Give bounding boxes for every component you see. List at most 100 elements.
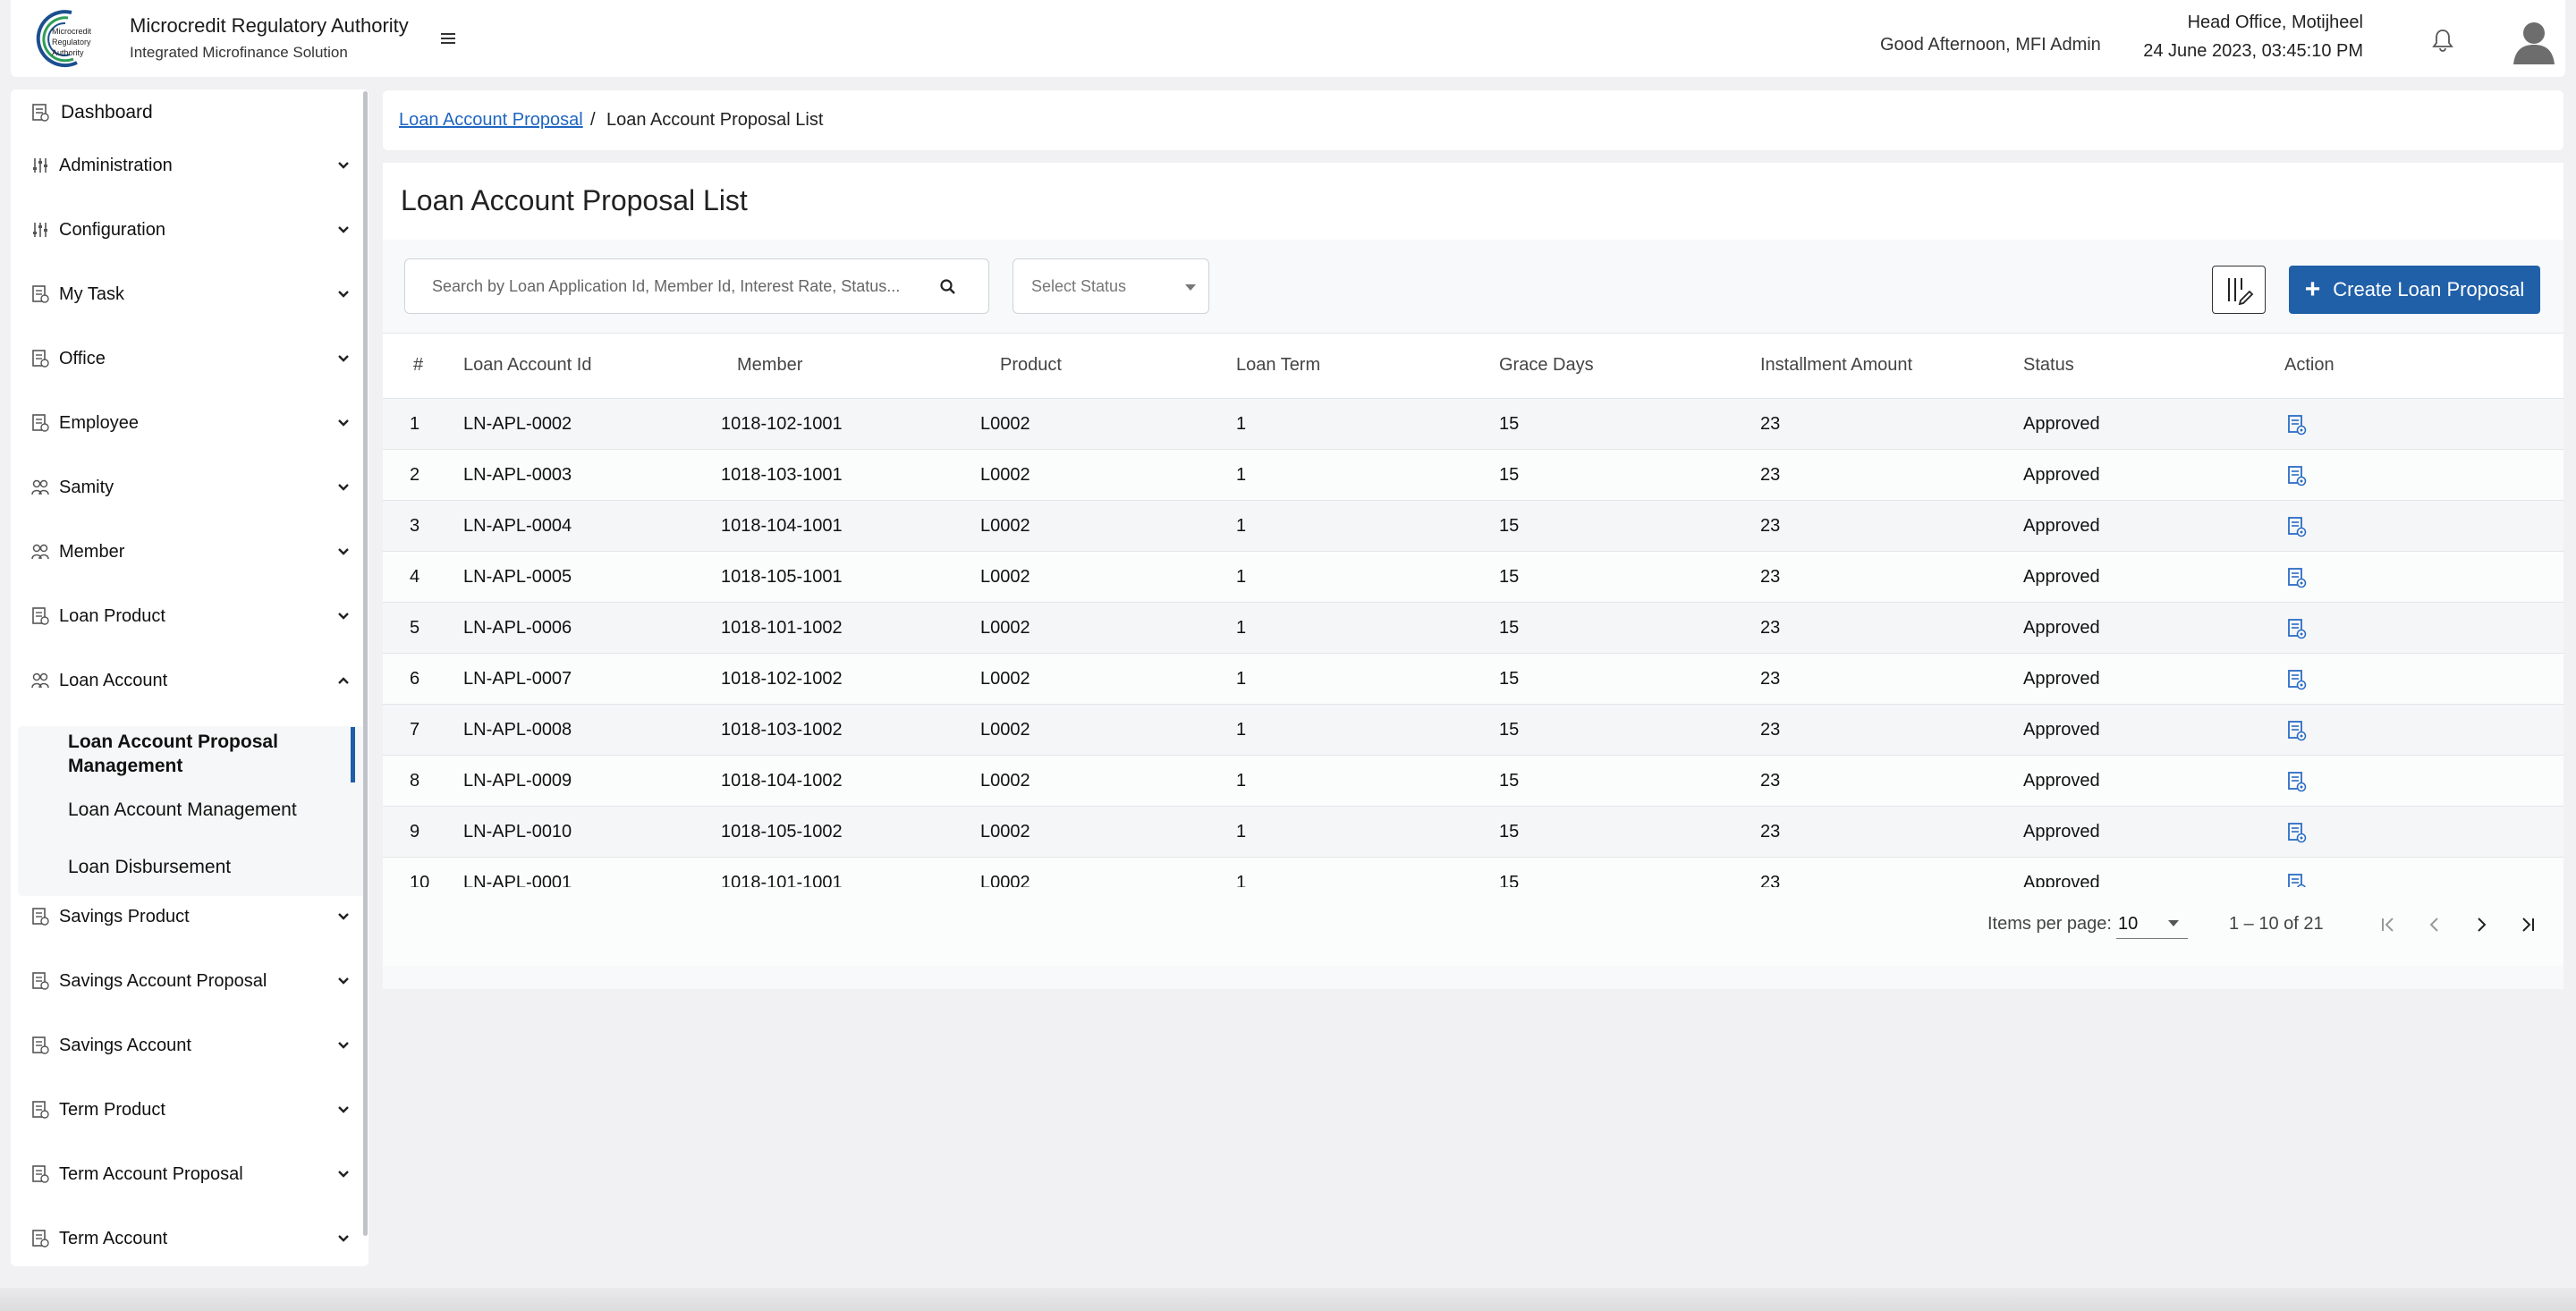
- next-page-button[interactable]: [2463, 907, 2499, 943]
- chevron-down-icon[interactable]: [335, 350, 352, 368]
- table-cell: 23: [1760, 822, 1781, 842]
- table-row[interactable]: 4 LN-APL-0005 1018-105-1001 L0002 1 15 23 Appro…: [383, 552, 2563, 603]
- dashboard-icon: [32, 104, 49, 122]
- sidebar-item-loan-account[interactable]: Loan Account: [30, 663, 352, 698]
- sidebar-item-my-task[interactable]: My Task: [30, 276, 352, 312]
- hamburger-menu-icon[interactable]: [435, 27, 462, 50]
- chevron-down-icon: [2168, 920, 2179, 926]
- sidebar-item-member[interactable]: Member: [30, 534, 352, 570]
- view-details-icon[interactable]: [2286, 464, 2308, 487]
- table-row[interactable]: 9 LN-APL-0010 1018-105-1002 L0002 1 15 23 Appro…: [383, 807, 2563, 858]
- column-header: #: [413, 355, 424, 375]
- chevron-down-icon[interactable]: [335, 1230, 352, 1248]
- view-details-icon[interactable]: [2286, 719, 2308, 742]
- column-header: Product: [1000, 355, 1062, 375]
- table-cell: Approved: [2023, 567, 2100, 587]
- table-cell: LN-APL-0010: [463, 822, 572, 842]
- chevron-down-icon[interactable]: [335, 478, 352, 496]
- table-cell: Approved: [2023, 414, 2100, 434]
- submenu-item-loan-account-management[interactable]: Loan Account Management: [68, 799, 297, 821]
- first-page-button[interactable]: [2370, 907, 2406, 943]
- sidebar-item-label: Savings Account Proposal: [59, 970, 267, 991]
- sidebar-scrollbar[interactable]: [363, 91, 368, 1236]
- search-field[interactable]: [404, 258, 989, 314]
- table-row[interactable]: 6 LN-APL-0007 1018-102-1002 L0002 1 15 23 Appro…: [383, 654, 2563, 705]
- chevron-down-icon[interactable]: [335, 1101, 352, 1119]
- view-details-icon[interactable]: [2286, 515, 2308, 538]
- table-cell: Approved: [2023, 720, 2100, 740]
- app-header: Microcredit Regulatory Authority Microcr…: [11, 0, 2565, 77]
- submenu-item-loan-account-proposal-management[interactable]: Loan Account Proposal Management: [68, 730, 278, 778]
- sidebar: Dashboard Administration Configuration My …: [11, 89, 369, 1266]
- status-select[interactable]: Select Status: [1013, 258, 1209, 314]
- sidebar-item-savings-account-proposal[interactable]: Savings Account Proposal: [30, 963, 352, 999]
- table-cell: L0002: [980, 465, 1030, 485]
- table-row[interactable]: 5 LN-APL-0006 1018-101-1002 L0002 1 15 23 Appro…: [383, 603, 2563, 654]
- sidebar-item-employee[interactable]: Employee: [30, 405, 352, 441]
- page-title: Loan Account Proposal List: [401, 184, 748, 216]
- chevron-down-icon[interactable]: [335, 607, 352, 625]
- sidebar-item-dashboard[interactable]: Dashboard: [30, 102, 153, 123]
- view-details-icon[interactable]: [2286, 821, 2308, 844]
- chevron-down-icon[interactable]: [335, 221, 352, 239]
- chevron-down-icon[interactable]: [335, 972, 352, 990]
- breadcrumb-current: Loan Account Proposal List: [606, 110, 824, 130]
- chevron-down-icon[interactable]: [335, 543, 352, 561]
- table-row[interactable]: 1 LN-APL-0002 1018-102-1001 L0002 1 15 23 Appro…: [383, 399, 2563, 450]
- panel-header: Loan Account Proposal List: [383, 163, 2563, 240]
- chevron-down-icon[interactable]: [335, 1165, 352, 1183]
- view-details-icon[interactable]: [2286, 770, 2308, 793]
- table-cell: LN-APL-0009: [463, 771, 572, 791]
- view-details-icon[interactable]: [2286, 668, 2308, 691]
- sidebar-item-administration[interactable]: Administration: [30, 148, 352, 183]
- sidebar-item-loan-product[interactable]: Loan Product: [30, 598, 352, 634]
- sidebar-item-term-account[interactable]: Term Account: [30, 1221, 352, 1256]
- chevron-down-icon[interactable]: [335, 285, 352, 303]
- view-details-icon[interactable]: [2286, 617, 2308, 640]
- column-header: Action: [2284, 355, 2334, 375]
- notification-bell-icon[interactable]: [2429, 27, 2456, 54]
- table-row[interactable]: 8 LN-APL-0009 1018-104-1002 L0002 1 15 23 Appro…: [383, 756, 2563, 807]
- table-cell: 1018-105-1001: [721, 567, 843, 587]
- table-cell: 1: [1236, 822, 1247, 842]
- last-page-button[interactable]: [2510, 907, 2546, 943]
- submenu-item-loan-disbursement[interactable]: Loan Disbursement: [68, 857, 231, 878]
- sidebar-item-office[interactable]: Office: [30, 341, 352, 376]
- chevron-down-icon[interactable]: [335, 156, 352, 174]
- table-row[interactable]: 7 LN-APL-0008 1018-103-1002 L0002 1 15 23 Appro…: [383, 705, 2563, 756]
- table-cell: L0002: [980, 720, 1030, 740]
- view-details-icon[interactable]: [2286, 413, 2308, 436]
- table-cell: L0002: [980, 669, 1030, 689]
- table-cell: 23: [1760, 465, 1781, 485]
- chevron-down-icon[interactable]: [335, 414, 352, 432]
- table-cell: 1018-102-1002: [721, 669, 843, 689]
- greeting-text: Good Afternoon, MFI Admin: [1880, 35, 2101, 55]
- sidebar-item-label: Dashboard: [61, 102, 153, 123]
- sidebar-item-savings-account[interactable]: Savings Account: [30, 1028, 352, 1063]
- create-loan-proposal-button[interactable]: + Create Loan Proposal: [2289, 266, 2540, 314]
- chevron-up-icon[interactable]: [335, 672, 352, 689]
- table-cell: L0002: [980, 771, 1030, 791]
- sidebar-item-label: Configuration: [59, 219, 165, 240]
- search-icon[interactable]: [938, 277, 958, 297]
- group-icon: [30, 671, 50, 690]
- table-cell: 5: [410, 618, 420, 638]
- chevron-down-icon[interactable]: [335, 1036, 352, 1054]
- search-input[interactable]: [432, 274, 915, 299]
- previous-page-button[interactable]: [2417, 907, 2453, 943]
- table-row[interactable]: 2 LN-APL-0003 1018-103-1001 L0002 1 15 23 Appro…: [383, 450, 2563, 501]
- table-cell: 7: [410, 720, 420, 740]
- column-settings-button[interactable]: [2212, 266, 2266, 314]
- sidebar-item-label: Term Account: [59, 1228, 168, 1248]
- sidebar-item-configuration[interactable]: Configuration: [30, 212, 352, 248]
- chevron-down-icon[interactable]: [335, 908, 352, 926]
- items-per-page-select[interactable]: 10: [2116, 907, 2188, 939]
- view-details-icon[interactable]: [2286, 566, 2308, 589]
- table-row[interactable]: 3 LN-APL-0004 1018-104-1001 L0002 1 15 23 Appro…: [383, 501, 2563, 552]
- breadcrumb-link-loan-account-proposal[interactable]: Loan Account Proposal: [399, 110, 583, 131]
- sidebar-item-term-account-proposal[interactable]: Term Account Proposal: [30, 1156, 352, 1192]
- user-avatar-icon[interactable]: [2512, 18, 2556, 64]
- sidebar-item-samity[interactable]: Samity: [30, 469, 352, 505]
- sidebar-item-term-product[interactable]: Term Product: [30, 1092, 352, 1128]
- sidebar-item-savings-product[interactable]: Savings Product: [30, 899, 352, 935]
